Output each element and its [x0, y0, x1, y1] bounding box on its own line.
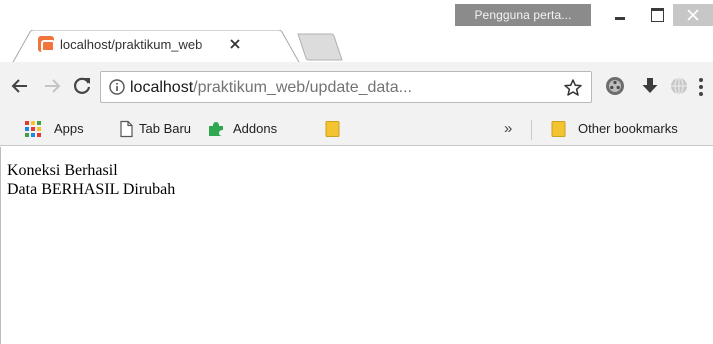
bookmark-tab-baru[interactable]: Tab Baru [139, 119, 191, 139]
close-icon [687, 9, 699, 21]
forward-arrow-icon[interactable] [40, 74, 64, 98]
minimize-button[interactable] [597, 4, 643, 26]
reload-icon[interactable] [70, 74, 94, 98]
close-window-button[interactable] [673, 4, 713, 26]
bookmarks-divider [531, 120, 532, 140]
download-icon[interactable] [639, 75, 661, 97]
other-bookmarks[interactable]: Other bookmarks [578, 119, 678, 139]
url-path: /praktikum_web/update_data... [193, 79, 412, 96]
new-tab-button[interactable] [297, 32, 343, 62]
maximize-button[interactable] [643, 4, 671, 26]
globe-extension-icon[interactable] [668, 75, 690, 97]
folder-icon[interactable] [324, 120, 342, 138]
profile-button[interactable]: Pengguna perta... [455, 4, 591, 26]
tab-title: localhost/praktikum_web [60, 36, 218, 54]
other-bookmarks-folder-icon [551, 121, 566, 137]
toolbar: localhost/praktikum_web/update_data... [0, 62, 713, 112]
title-bar: Pengguna perta... [0, 0, 713, 64]
bookmarks-bar: Apps Tab Baru Addons » Other bookmarks [0, 112, 713, 146]
page-icon [120, 120, 133, 138]
status-message: Koneksi Berhasil [7, 162, 118, 179]
back-arrow-icon[interactable] [8, 74, 32, 98]
apps-grid-icon[interactable] [24, 120, 42, 138]
url-text: localhost/praktikum_web/update_data... [130, 78, 412, 98]
result-message: Data BERHASIL Dirubah [7, 181, 176, 198]
tab-close-icon[interactable] [227, 36, 243, 52]
page-content: Koneksi Berhasil Data BERHASIL Dirubah [0, 147, 713, 344]
tab-active[interactable]: localhost/praktikum_web [20, 32, 286, 62]
url-host: localhost [130, 79, 194, 96]
film-extension-icon[interactable] [604, 75, 626, 97]
bookmark-addons[interactable]: Addons [233, 119, 277, 139]
bookmarks-overflow-button[interactable]: » [504, 119, 512, 139]
bookmark-apps[interactable]: Apps [54, 119, 84, 139]
info-icon[interactable] [109, 79, 125, 95]
star-bookmark-icon[interactable] [563, 78, 583, 98]
address-bar[interactable]: localhost/praktikum_web/update_data... [100, 71, 592, 103]
puzzle-icon [209, 122, 223, 136]
xampp-icon [38, 36, 55, 52]
more-menu-icon[interactable] [694, 76, 708, 98]
